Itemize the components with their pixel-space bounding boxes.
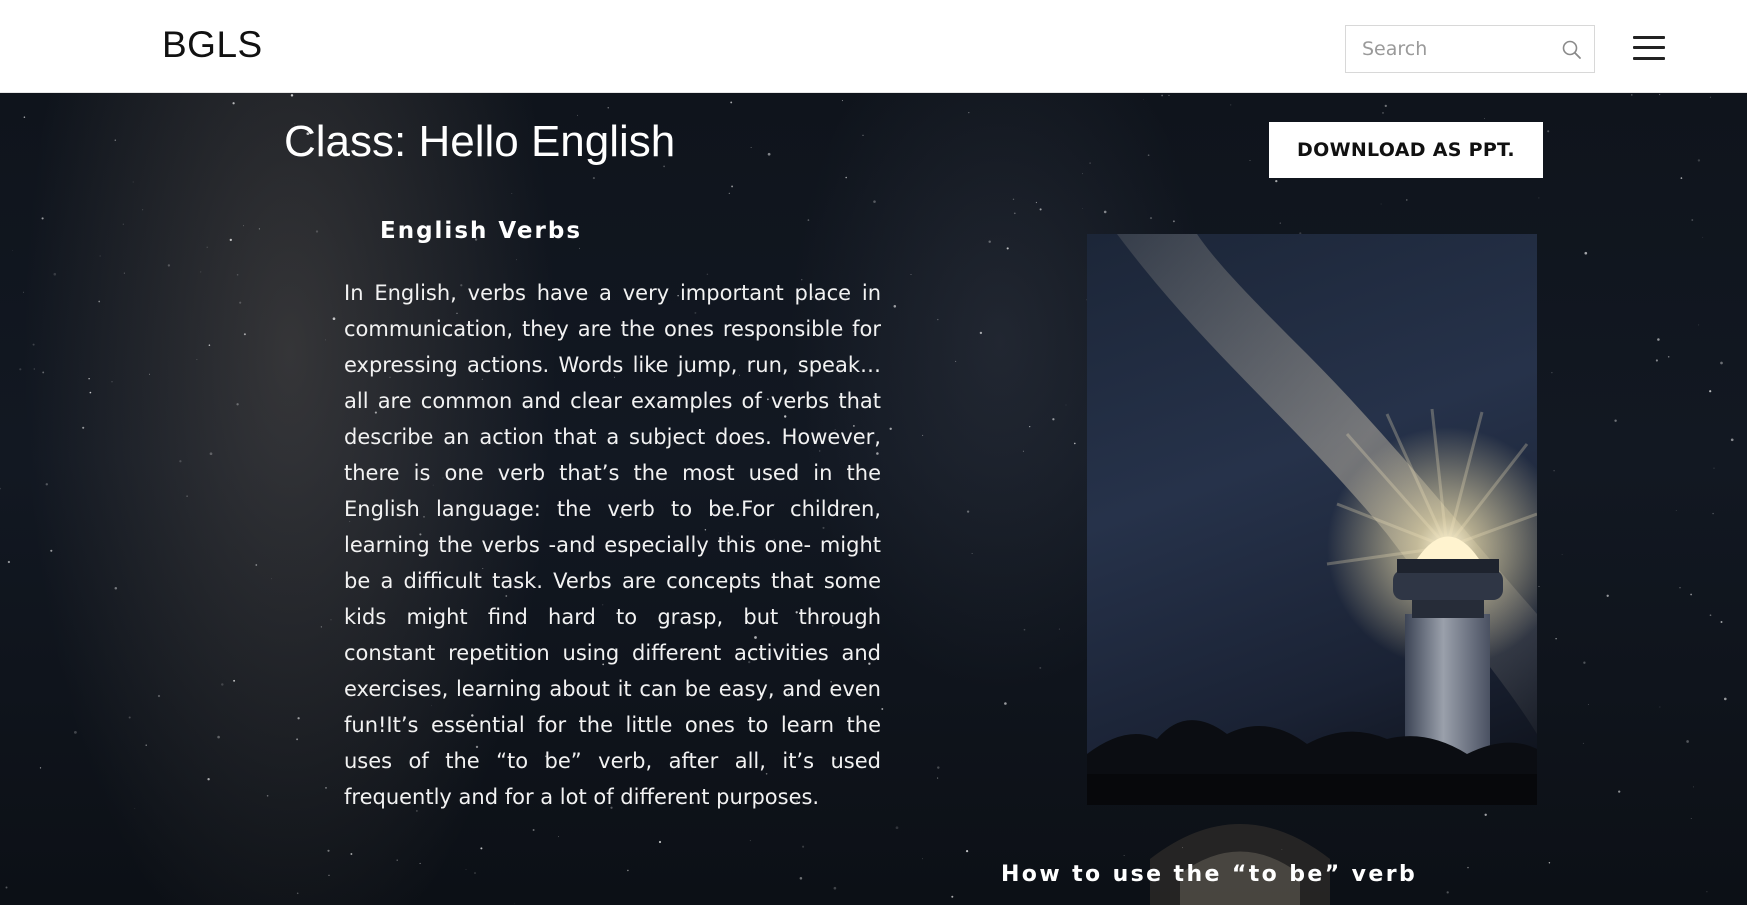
hero-section: Class: Hello English DOWNLOAD AS PPT. En…: [0, 93, 1747, 905]
lighthouse-photo: [1087, 234, 1537, 805]
article-body: In English, verbs have a very important …: [344, 281, 881, 809]
site-header: BGLS: [0, 0, 1747, 93]
subsection-heading: How to use the “to be” verb: [1001, 862, 1418, 887]
lighthouse-silhouette: [1150, 824, 1330, 905]
site-logo[interactable]: BGLS: [162, 24, 263, 66]
section-heading: English Verbs: [380, 218, 583, 244]
hamburger-menu-icon[interactable]: [1633, 34, 1665, 62]
search-input[interactable]: [1346, 26, 1556, 72]
page-title: Class: Hello English: [284, 117, 676, 166]
search-box[interactable]: [1345, 25, 1595, 73]
search-icon[interactable]: [1560, 38, 1584, 62]
download-ppt-button[interactable]: DOWNLOAD AS PPT.: [1269, 122, 1543, 178]
